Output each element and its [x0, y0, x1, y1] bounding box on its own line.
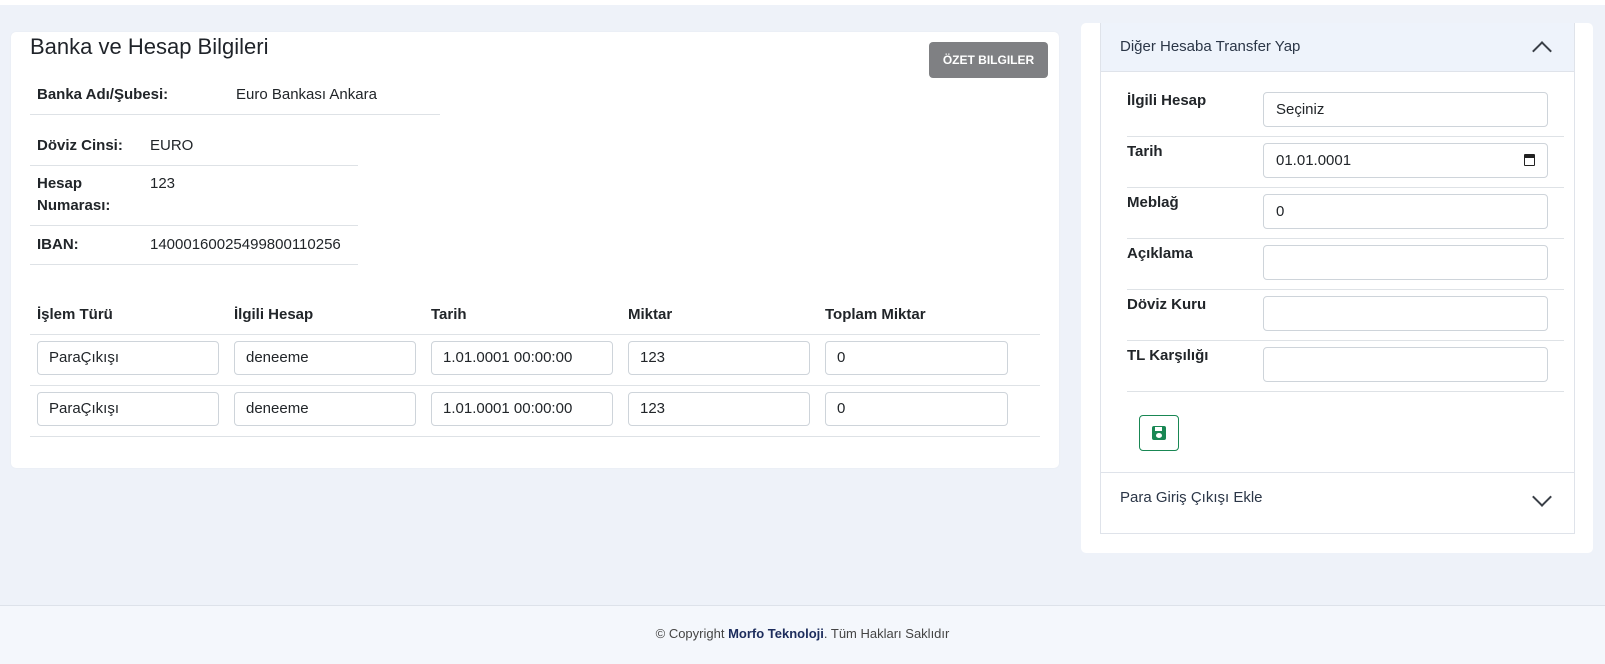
bank-name-row: Banka Adı/Şubesi: Euro Bankası Ankara — [30, 84, 440, 115]
related-account-label: İlgili Hesap — [1127, 92, 1207, 109]
related-account-field[interactable]: deneeme — [234, 392, 416, 426]
related-account-select[interactable]: Seçiniz — [1263, 92, 1548, 127]
form-row-related-account: İlgili Hesap Seçiniz — [1127, 85, 1564, 137]
cash-accordion-title: Para Giriş Çıkışı Ekle — [1120, 489, 1263, 506]
tl-equivalent-label: TL Karşılığı — [1127, 347, 1209, 364]
total-amount-field[interactable]: 0 — [825, 341, 1008, 375]
table-row: ParaÇıkışı deneeme 1.01.0001 00:00:00 12… — [30, 385, 1040, 437]
date-input[interactable]: 01.01.0001 — [1263, 143, 1548, 178]
bank-account-card: Banka ve Hesap Bilgileri ÖZET BILGILER B… — [11, 32, 1059, 468]
transaction-type-field[interactable]: ParaÇıkışı — [37, 392, 219, 426]
account-number-row: Hesap Numarası: 123 — [30, 166, 358, 226]
date-field[interactable]: 1.01.0001 00:00:00 — [431, 341, 613, 375]
copyright-prefix: © Copyright — [655, 626, 729, 641]
exchange-rate-label: Döviz Kuru — [1127, 296, 1207, 313]
transactions-header: İşlem Türü İlgili Hesap Tarih Miktar Top… — [30, 284, 1040, 335]
iban-row: IBAN: 14000160025499800110256 — [30, 226, 358, 265]
currency-row: Döviz Cinsi: EURO — [30, 135, 358, 166]
header-toplam-miktar: Toplam Miktar — [825, 306, 926, 323]
form-row-date: Tarih 01.01.0001 — [1127, 136, 1564, 188]
chevron-up-icon[interactable] — [1532, 41, 1552, 61]
date-input-value: 01.01.0001 — [1276, 152, 1352, 169]
chevron-down-icon[interactable] — [1532, 487, 1552, 507]
transfer-accordion-title: Diğer Hesaba Transfer Yap — [1120, 38, 1301, 55]
transfer-accordion-header[interactable]: Diğer Hesaba Transfer Yap — [1101, 23, 1574, 72]
table-row: ParaÇıkışı deneeme 1.01.0001 00:00:00 12… — [30, 334, 1040, 386]
form-row-amount: Meblağ 0 — [1127, 187, 1564, 239]
amount-label: Meblağ — [1127, 194, 1179, 211]
cash-accordion-header[interactable]: Para Giriş Çıkışı Ekle — [1101, 472, 1574, 533]
account-number-label-line1: Hesap — [37, 175, 83, 192]
accordion: Diğer Hesaba Transfer Yap İlgili Hesap S… — [1100, 23, 1575, 534]
floppy-disk-icon — [1152, 426, 1166, 440]
copyright-text: © Copyright Morfo Teknoloji. Tüm Hakları… — [0, 626, 1605, 641]
currency-label: Döviz Cinsi: — [37, 137, 123, 154]
company-link[interactable]: Morfo Teknoloji — [728, 626, 824, 641]
account-number-label-line2: Numarası: — [37, 197, 111, 214]
transaction-type-field[interactable]: ParaÇıkışı — [37, 341, 219, 375]
form-row-exchange-rate: Döviz Kuru — [1127, 289, 1564, 341]
currency-value: EURO — [150, 137, 194, 154]
header-miktar: Miktar — [628, 306, 673, 323]
exchange-rate-input[interactable] — [1263, 296, 1548, 331]
side-panel-card: Diğer Hesaba Transfer Yap İlgili Hesap S… — [1081, 23, 1593, 553]
date-label: Tarih — [1127, 143, 1163, 160]
footer: © Copyright Morfo Teknoloji. Tüm Hakları… — [0, 605, 1605, 664]
iban-value: 14000160025499800110256 — [150, 236, 341, 253]
header-islem-turu: İşlem Türü — [37, 306, 113, 323]
amount-input[interactable]: 0 — [1263, 194, 1548, 229]
page-title: Banka ve Hesap Bilgileri — [30, 34, 269, 59]
amount-field[interactable]: 123 — [628, 341, 810, 375]
save-button[interactable] — [1139, 415, 1179, 451]
related-account-field[interactable]: deneeme — [234, 341, 416, 375]
top-bar — [0, 0, 1605, 5]
copyright-suffix: . Tüm Hakları Saklıdır — [823, 626, 950, 641]
header-tarih: Tarih — [431, 306, 467, 323]
total-amount-field[interactable]: 0 — [825, 392, 1008, 426]
description-label: Açıklama — [1127, 245, 1193, 262]
bank-name-label: Banka Adı/Şubesi: — [37, 86, 169, 103]
amount-field[interactable]: 123 — [628, 392, 810, 426]
tl-equivalent-input[interactable] — [1263, 347, 1548, 382]
account-number-value: 123 — [150, 175, 176, 192]
header-ilgili-hesap: İlgili Hesap — [234, 306, 314, 323]
description-input[interactable] — [1263, 245, 1548, 280]
summary-button[interactable]: ÖZET BILGILER — [929, 42, 1048, 78]
form-row-tl-equivalent: TL Karşılığı — [1127, 340, 1564, 392]
calendar-icon[interactable] — [1524, 154, 1535, 166]
date-field[interactable]: 1.01.0001 00:00:00 — [431, 392, 613, 426]
iban-label: IBAN: — [37, 236, 79, 253]
bank-name-value: Euro Bankası Ankara — [236, 86, 377, 103]
form-row-description: Açıklama — [1127, 238, 1564, 290]
